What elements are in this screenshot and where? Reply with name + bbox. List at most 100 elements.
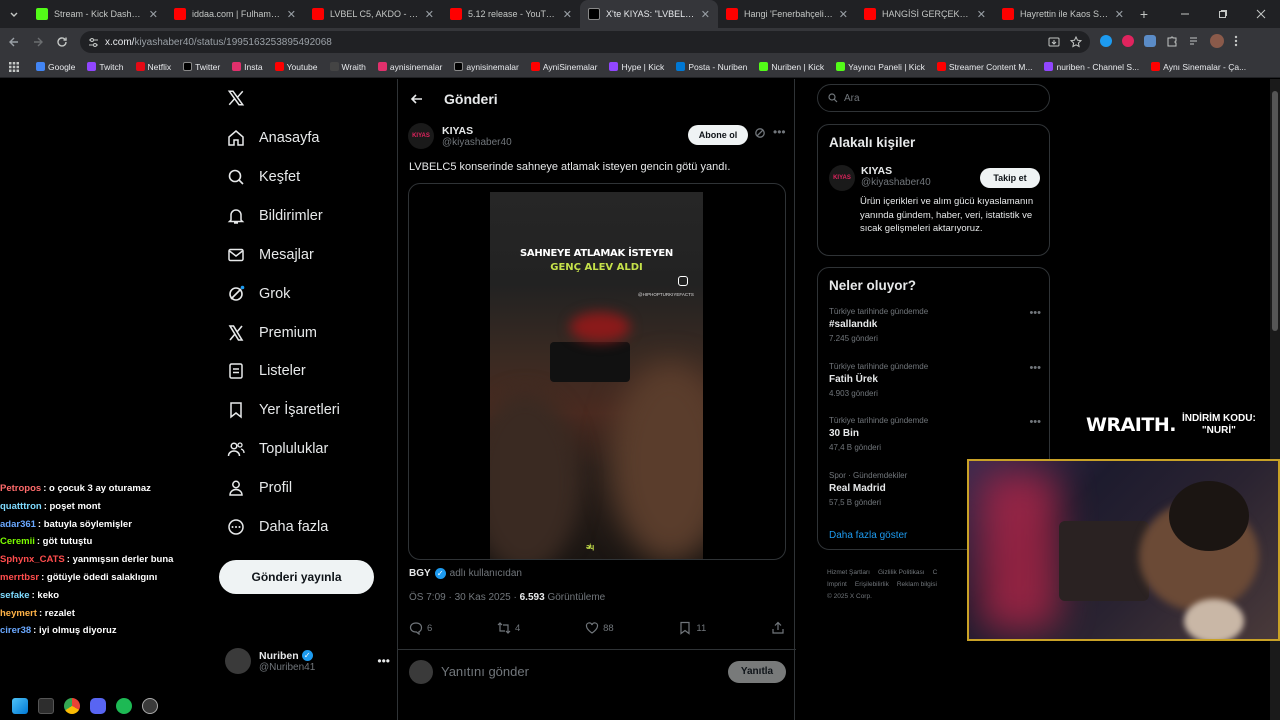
subscribe-button[interactable]: Abone ol (688, 125, 748, 145)
bookmark-item[interactable]: Youtube (274, 62, 318, 72)
reply-input[interactable]: Yanıtını gönder (441, 664, 720, 679)
extension-icon-blue[interactable] (1100, 35, 1112, 47)
bookmark-item[interactable]: Wraith (329, 62, 366, 72)
related-user[interactable]: KIYAS KIYAS @kiyashaber40 (829, 165, 931, 191)
footer-link[interactable]: C (933, 569, 938, 576)
grok-icon[interactable] (754, 127, 766, 139)
bookmark-item[interactable]: Streamer Content M... (936, 62, 1032, 72)
related-avatar[interactable]: KIYAS (829, 165, 855, 191)
menu-dots-icon[interactable] (1234, 35, 1238, 47)
close-tab-icon[interactable]: ✕ (701, 8, 710, 21)
bookmark-item[interactable]: Netflix (135, 62, 171, 72)
post-time[interactable]: ÖS 7:09 · 30 Kas 2025 · (409, 592, 517, 603)
repost-action[interactable]: 4 (497, 621, 520, 635)
bookmark-item[interactable]: Yayıncı Paneli | Kick (836, 62, 925, 72)
bookmark-item[interactable]: Insta (232, 62, 263, 72)
minimize-button[interactable] (1166, 2, 1204, 26)
source-user[interactable]: BGY (409, 568, 431, 579)
bookmark-item[interactable]: Twitch (87, 62, 124, 72)
tab-3[interactable]: 5.12 release - YouTube ✕ (442, 0, 580, 28)
tab-6[interactable]: HANGİSİ GERÇEK ESPORC ✕ (856, 0, 994, 28)
bookmark-item[interactable]: Aynı Sinemalar - Ça... (1151, 62, 1246, 72)
follow-button[interactable]: Takip et (980, 168, 1040, 188)
tab-0[interactable]: Stream - Kick Dashboard ✕ (28, 0, 166, 28)
tab-4[interactable]: X'te KIYAS: "LVBELC5 k ✕ (580, 0, 718, 28)
nav-item-1[interactable]: Keşfet (227, 157, 300, 197)
windows-start-icon[interactable] (12, 698, 28, 714)
nav-item-6[interactable]: Listeler (227, 351, 306, 391)
tab-5[interactable]: Hangi 'Fenerbahçeli' Aslın ✕ (718, 0, 856, 28)
reload-button[interactable] (50, 30, 74, 54)
nav-item-4[interactable]: Grok (227, 274, 290, 314)
bookmark-item[interactable]: aynisinemalar (377, 62, 442, 72)
media-controls-icon[interactable] (1188, 35, 1200, 47)
show-more-link[interactable]: Daha fazla göster (829, 530, 907, 541)
steam-icon[interactable] (142, 698, 158, 714)
footer-link[interactable]: Hizmet Şartları (827, 569, 870, 576)
footer-link[interactable]: Reklam bilgisi (897, 581, 937, 588)
puzzle-icon[interactable] (1166, 35, 1178, 47)
close-tab-icon[interactable]: ✕ (149, 8, 158, 21)
address-bar[interactable]: x.com/kiyashaber40/status/19951632538954… (80, 31, 1090, 53)
trend-item[interactable]: Türkiye tarihinde gündemde #sallandık 7.24… (829, 307, 1041, 343)
tab-search-button[interactable] (0, 2, 28, 26)
close-tab-icon[interactable]: ✕ (839, 8, 848, 21)
nav-item-2[interactable]: Bildirimler (227, 196, 323, 236)
install-app-icon[interactable] (1048, 36, 1060, 48)
discord-icon[interactable] (90, 698, 106, 714)
profile-avatar[interactable] (1210, 34, 1224, 48)
trend-item[interactable]: Türkiye tarihinde gündemde 30 Bin 47,4 B g… (829, 416, 1041, 452)
author-handle[interactable]: @kiyashaber40 (442, 137, 512, 148)
like-action[interactable]: 88 (585, 621, 614, 635)
bookmark-item[interactable]: Hype | Kick (609, 62, 664, 72)
tab-2[interactable]: LVBEL C5, AKDO - COOOL ✕ (304, 0, 442, 28)
star-icon[interactable] (1070, 36, 1082, 48)
bookmark-item[interactable]: AyniSinemalar (530, 62, 597, 72)
nav-item-0[interactable]: Anasayfa (227, 118, 319, 158)
bookmark-item[interactable]: Twitter (183, 62, 220, 72)
footer-link[interactable]: © 2025 X Corp. (827, 593, 872, 600)
related-name[interactable]: KIYAS (861, 165, 931, 177)
close-tab-icon[interactable]: ✕ (287, 8, 296, 21)
bookmark-item[interactable]: Posta - Nuriben (676, 62, 747, 72)
close-tab-icon[interactable]: ✕ (563, 8, 572, 21)
trend-item[interactable]: Türkiye tarihinde gündemde Fatih Ürek 4.90… (829, 362, 1041, 398)
nav-item-7[interactable]: Yer İşaretleri (227, 390, 340, 430)
more-horizontal-icon[interactable]: ••• (1029, 362, 1041, 374)
nav-item-10[interactable]: Daha fazla (227, 507, 328, 547)
search-input[interactable]: Ara (817, 84, 1050, 112)
video-player[interactable]: SAHNEYE ATLAMAK İSTEYEN GENÇ ALEV ALDI @… (490, 192, 703, 559)
author-avatar[interactable]: KIYAS (408, 123, 434, 149)
bookmark-item[interactable]: aynisinemalar (454, 62, 519, 72)
back-button[interactable] (2, 30, 26, 54)
post-button[interactable]: Gönderi yayınla (219, 560, 374, 594)
close-tab-icon[interactable]: ✕ (425, 8, 434, 21)
author-name[interactable]: KIYAS (442, 125, 512, 137)
x-logo[interactable] (227, 89, 245, 107)
more-horizontal-icon[interactable]: ••• (1029, 307, 1041, 319)
bookmark-item[interactable]: Google (36, 62, 75, 72)
reply-button[interactable]: Yanıtla (728, 660, 786, 683)
bookmark-item[interactable]: Nuriben | Kick (759, 62, 824, 72)
footer-link[interactable]: Gizlilik Politikası (878, 569, 925, 576)
close-tab-icon[interactable]: ✕ (1115, 8, 1124, 21)
account-switcher[interactable]: Nuriben ✓ @Nuriben41 ••• (225, 641, 390, 681)
maximize-button[interactable] (1204, 2, 1242, 26)
close-tab-icon[interactable]: ✕ (977, 8, 986, 21)
footer-link[interactable]: Imprint (827, 581, 847, 588)
new-tab-button[interactable]: + (1132, 2, 1156, 26)
more-horizontal-icon[interactable]: ••• (1029, 416, 1041, 428)
share-action[interactable] (771, 621, 785, 635)
more-horizontal-icon[interactable]: ••• (773, 125, 786, 139)
back-arrow-icon[interactable] (410, 92, 424, 106)
scrollbar-thumb[interactable] (1272, 91, 1278, 331)
extension-icon-shield[interactable] (1144, 35, 1156, 47)
bookmark-item[interactable]: nuriben - Channel S... (1044, 62, 1139, 72)
forward-button[interactable] (26, 30, 50, 54)
nav-item-8[interactable]: Topluluklar (227, 429, 328, 469)
close-window-button[interactable] (1242, 2, 1280, 26)
chrome-icon[interactable] (64, 698, 80, 714)
footer-link[interactable]: Erişilebilirlik (855, 581, 889, 588)
tab-1[interactable]: iddaa.com | Fulham (4-5) ✕ (166, 0, 304, 28)
nav-item-3[interactable]: Mesajlar (227, 235, 314, 275)
